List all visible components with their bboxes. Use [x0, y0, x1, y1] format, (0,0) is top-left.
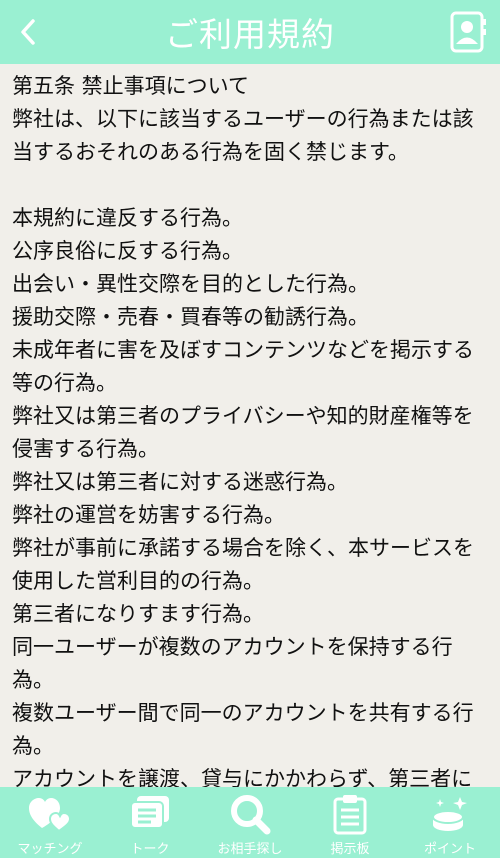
tab-search[interactable]: お相手探し [200, 787, 300, 858]
chevron-left-icon [21, 19, 35, 45]
hearts-icon [28, 793, 72, 835]
list-item: 出会い・異性交際を目的とした行為。 [12, 272, 369, 296]
tab-board[interactable]: 掲示板 [300, 787, 400, 858]
list-item: 第三者になりすます行為。 [12, 602, 264, 626]
coins-icon [428, 793, 472, 835]
list-item: 弊社又は第三者に対する迷惑行為。 [12, 470, 348, 494]
list-item: 同一ユーザーが複数のアカウントを保持する行為。 [12, 635, 453, 692]
tab-label: トーク [130, 842, 170, 857]
tab-label: 掲示板 [330, 842, 370, 857]
tab-label: お相手探し [217, 842, 283, 857]
list-item: 援助交際・売春・買春等の勧誘行為。 [12, 305, 369, 329]
page-title: ご利用規約 [165, 15, 335, 54]
app-header: ご利用規約 [0, 0, 500, 64]
profile-card-icon [450, 11, 486, 53]
back-button[interactable] [10, 14, 46, 50]
tab-points[interactable]: ポイント [400, 787, 500, 858]
list-item: 弊社の運営を妨害する行為。 [12, 503, 285, 527]
bottom-tab-bar: マッチング トーク お相手探し 掲示板 ポイント [0, 787, 500, 858]
section-heading: 第五条 禁止事項について [12, 74, 250, 98]
tab-matching[interactable]: マッチング [0, 787, 100, 858]
search-icon [228, 793, 272, 835]
tab-label: ポイント [423, 842, 476, 857]
list-item: 弊社が事前に承諾する場合を除く、本サービスを使用した営利目的の行為。 [12, 536, 474, 593]
terms-content: 第五条 禁止事項について 弊社は、以下に該当するユーザーの行為または該当するおそ… [12, 70, 490, 796]
tab-talk[interactable]: トーク [100, 787, 200, 858]
list-item: 未成年者に害を及ぼすコンテンツなどを掲示する等の行為。 [12, 338, 474, 395]
list-item: 複数ユーザー間で同一のアカウントを共有する行為。 [12, 701, 474, 758]
section-intro: 弊社は、以下に該当するユーザーの行為または該当するおそれのある行為を固く禁じます… [12, 107, 474, 164]
profile-button[interactable] [448, 11, 488, 53]
list-item: 本規約に違反する行為。 [12, 206, 243, 230]
chat-bubble-icon [128, 793, 172, 835]
list-item: 公序良俗に反する行為。 [12, 239, 243, 263]
list-item: 弊社又は第三者のプライバシーや知的財産権等を侵害する行為。 [12, 404, 474, 461]
tab-label: マッチング [17, 842, 83, 857]
clipboard-icon [328, 793, 372, 835]
